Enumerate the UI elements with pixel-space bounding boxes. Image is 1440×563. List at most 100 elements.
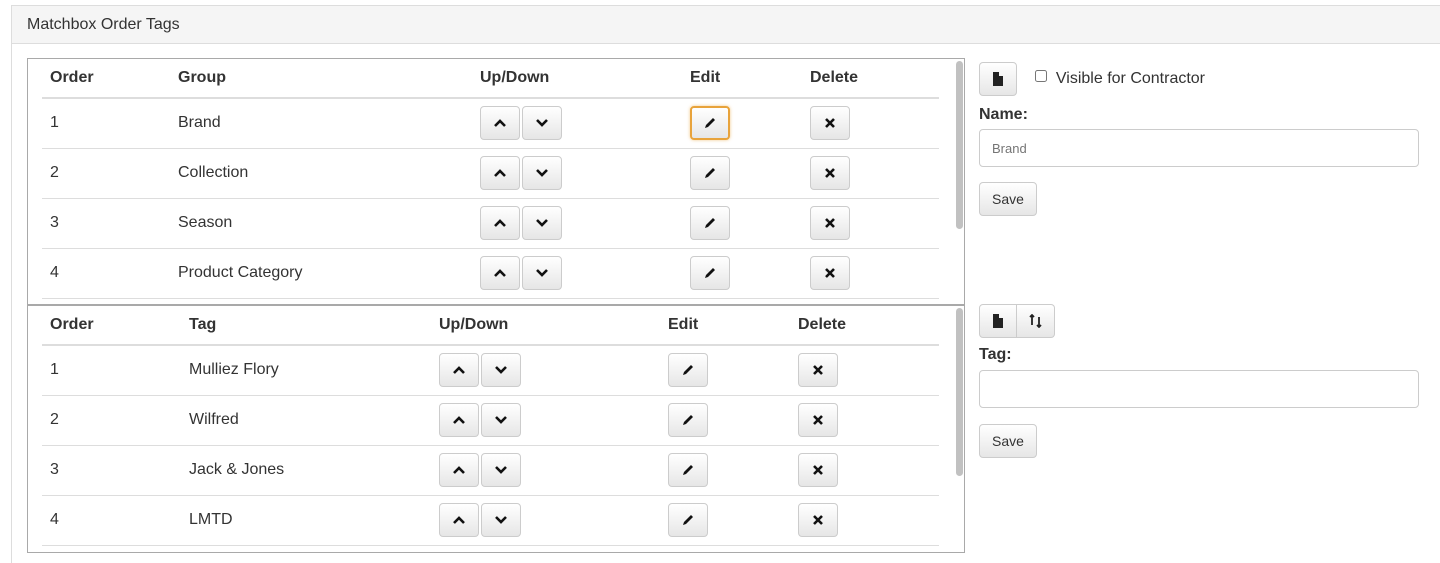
edit-button[interactable] <box>668 503 708 537</box>
row-updown <box>472 198 682 249</box>
row-delete <box>802 98 939 149</box>
pencil-icon <box>705 268 715 278</box>
delete-button[interactable] <box>810 156 850 190</box>
move-down-button[interactable] <box>481 503 521 537</box>
chevron-down-icon <box>495 516 507 524</box>
pencil-icon <box>683 515 693 525</box>
groups-scrollbar[interactable] <box>954 59 964 304</box>
edit-button[interactable] <box>668 403 708 437</box>
table-row: 1 Mulliez Flory <box>42 345 939 396</box>
table-row: 3 Jack & Jones <box>42 445 939 496</box>
row-name: Season <box>170 198 472 249</box>
save-tag-button[interactable]: Save <box>979 424 1037 458</box>
move-up-button[interactable] <box>439 353 479 388</box>
chevron-up-icon <box>453 466 465 474</box>
row-name: Collection <box>170 148 472 199</box>
row-edit <box>682 98 802 149</box>
row-edit <box>682 148 802 199</box>
move-up-button[interactable] <box>480 106 520 141</box>
groups-scrollbox[interactable]: Order Group Up/Down Edit Delete 1 Brand <box>27 58 965 305</box>
move-down-button[interactable] <box>522 256 562 290</box>
delete-button[interactable] <box>810 206 850 240</box>
delete-button[interactable] <box>798 453 838 487</box>
chevron-up-icon <box>453 416 465 424</box>
close-icon <box>813 365 823 376</box>
pencil-icon <box>683 465 693 475</box>
table-row: 4 Product Category <box>42 248 939 299</box>
row-order: 1 <box>42 345 181 396</box>
row-updown <box>472 248 682 299</box>
new-group-button[interactable] <box>979 62 1017 96</box>
table-row: 2 Collection <box>42 148 939 199</box>
move-up-button[interactable] <box>480 206 520 240</box>
row-delete <box>790 445 939 496</box>
col-group: Group <box>170 59 472 99</box>
name-label: Name: <box>979 106 1028 123</box>
edit-button[interactable] <box>668 353 708 388</box>
row-edit <box>682 198 802 249</box>
chevron-down-icon <box>536 119 548 128</box>
row-name: Mulliez Flory <box>181 345 431 396</box>
move-down-button[interactable] <box>481 403 521 437</box>
close-icon <box>825 118 835 129</box>
row-name: LMTD <box>181 495 431 546</box>
edit-button[interactable] <box>690 256 730 290</box>
move-up-button[interactable] <box>439 453 479 487</box>
chevron-up-icon <box>494 119 506 128</box>
sort-icon <box>1028 314 1042 328</box>
col-delete: Delete <box>790 306 939 346</box>
close-icon <box>825 268 835 278</box>
col-order: Order <box>42 306 181 346</box>
row-updown <box>431 345 660 396</box>
edit-button[interactable] <box>690 156 730 190</box>
delete-button[interactable] <box>810 106 850 141</box>
tag-input[interactable] <box>979 370 1419 408</box>
pencil-icon <box>705 168 715 178</box>
name-input[interactable] <box>979 129 1419 167</box>
row-updown <box>431 395 660 446</box>
edit-button[interactable] <box>690 106 730 141</box>
move-down-button[interactable] <box>522 206 562 240</box>
move-down-button[interactable] <box>481 353 521 388</box>
pencil-icon <box>705 118 715 129</box>
move-up-button[interactable] <box>439 503 479 537</box>
delete-button[interactable] <box>810 256 850 290</box>
pencil-icon <box>705 218 715 228</box>
col-edit: Edit <box>660 306 790 346</box>
col-updown: Up/Down <box>431 306 660 346</box>
row-order: 3 <box>42 198 170 249</box>
move-down-button[interactable] <box>481 453 521 487</box>
edit-button[interactable] <box>690 206 730 240</box>
move-up-button[interactable] <box>480 156 520 190</box>
save-group-button[interactable]: Save <box>979 182 1037 216</box>
move-up-button[interactable] <box>439 403 479 437</box>
table-row: 1 Brand <box>42 98 939 149</box>
delete-button[interactable] <box>798 353 838 388</box>
row-order: 2 <box>42 395 181 446</box>
col-delete: Delete <box>802 59 939 99</box>
pencil-icon <box>683 415 693 425</box>
chevron-up-icon <box>453 516 465 524</box>
close-icon <box>825 168 835 178</box>
new-tag-button[interactable] <box>979 304 1017 338</box>
close-icon <box>813 415 823 425</box>
row-delete <box>790 345 939 396</box>
move-down-button[interactable] <box>522 156 562 190</box>
move-down-button[interactable] <box>522 106 562 141</box>
visible-contractor-checkbox[interactable] <box>1035 70 1048 82</box>
row-order: 4 <box>42 495 181 546</box>
tags-scrollbar[interactable] <box>954 306 964 552</box>
file-icon <box>993 314 1003 328</box>
tags-scrollbox[interactable]: Order Tag Up/Down Edit Delete 1 Mulliez … <box>27 305 965 553</box>
sort-tags-button[interactable] <box>1017 304 1055 338</box>
row-delete <box>802 148 939 199</box>
row-order: 3 <box>42 445 181 496</box>
tag-form: Tag: Save <box>979 304 1419 458</box>
chevron-down-icon <box>495 416 507 424</box>
delete-button[interactable] <box>798 503 838 537</box>
edit-button[interactable] <box>668 453 708 487</box>
move-up-button[interactable] <box>480 256 520 290</box>
row-updown <box>431 495 660 546</box>
row-edit <box>682 248 802 299</box>
delete-button[interactable] <box>798 403 838 437</box>
